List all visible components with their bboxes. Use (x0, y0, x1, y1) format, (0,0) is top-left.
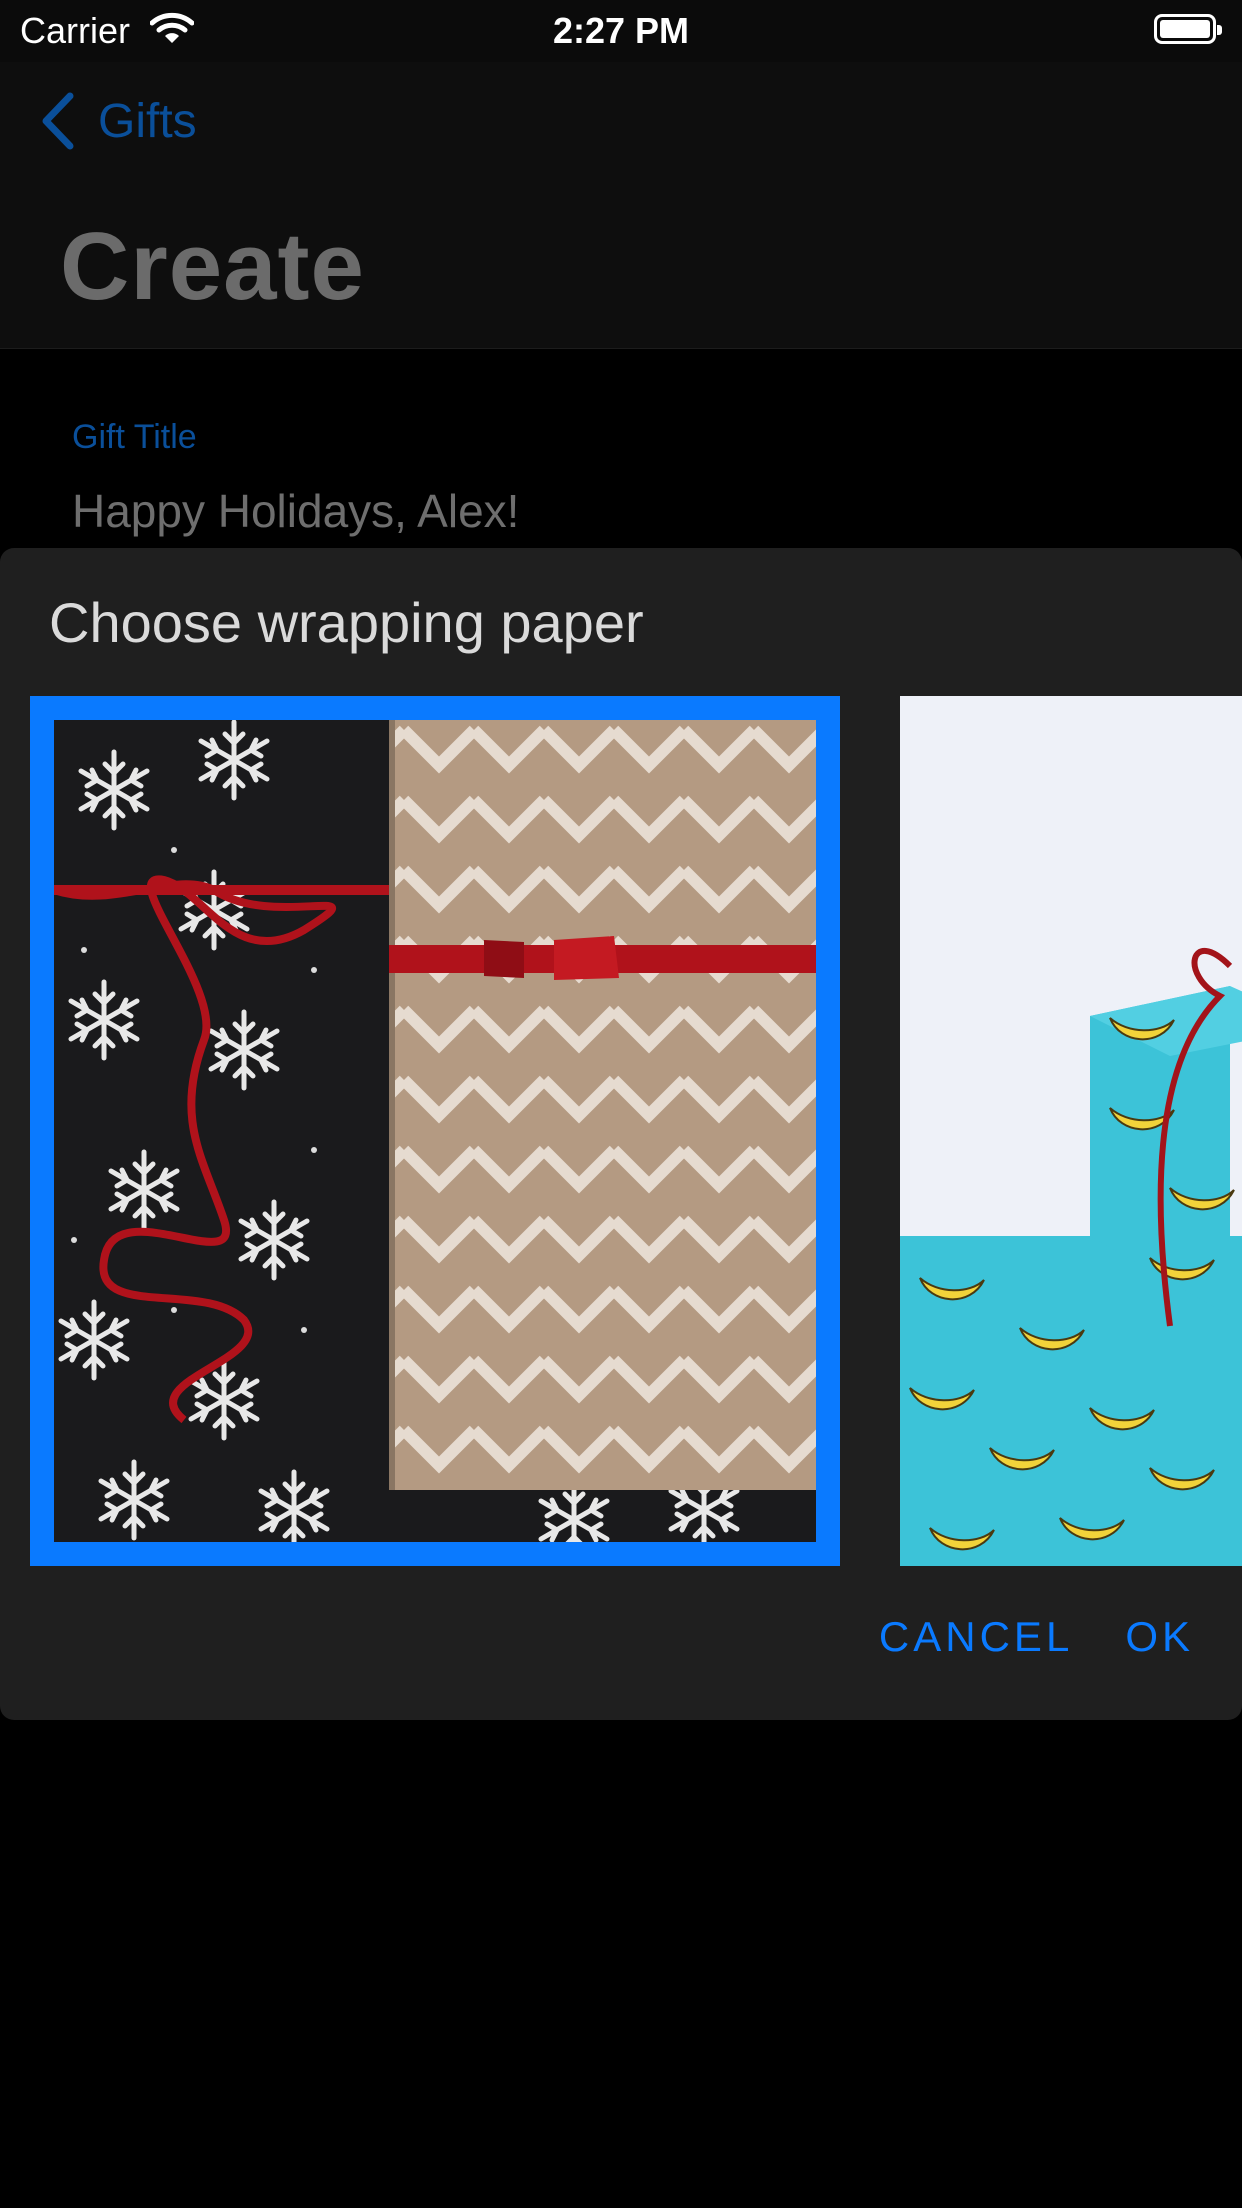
dialog-actions: CANCEL OK (879, 1613, 1194, 1661)
page-title: Create (60, 213, 365, 320)
dialog-title: Choose wrapping paper (49, 591, 644, 654)
ok-button[interactable]: OK (1125, 1613, 1194, 1661)
gift-title-field[interactable]: Happy Holidays, Alex! (72, 484, 519, 538)
navigation-bar: Gifts Create (0, 62, 1242, 349)
battery-icon (1154, 14, 1222, 44)
wrapping-paper-carousel[interactable] (0, 696, 1242, 1568)
chevron-left-icon (38, 92, 76, 150)
snowflake-paper-image (54, 720, 816, 1542)
status-bar: Carrier 2:27 PM (0, 0, 1242, 62)
back-button[interactable]: Gifts (38, 92, 197, 150)
wrapping-paper-option-snowflake[interactable] (30, 696, 840, 1566)
cancel-button[interactable]: CANCEL (879, 1613, 1073, 1661)
banana-paper-image (900, 696, 1242, 1566)
clock: 2:27 PM (552, 10, 690, 51)
back-button-label: Gifts (98, 94, 197, 148)
wrapping-paper-dialog: Choose wrapping paper CANCEL OK (0, 548, 1242, 1720)
wrapping-paper-option-banana[interactable] (900, 696, 1242, 1566)
gift-title-label: Gift Title (72, 418, 197, 456)
